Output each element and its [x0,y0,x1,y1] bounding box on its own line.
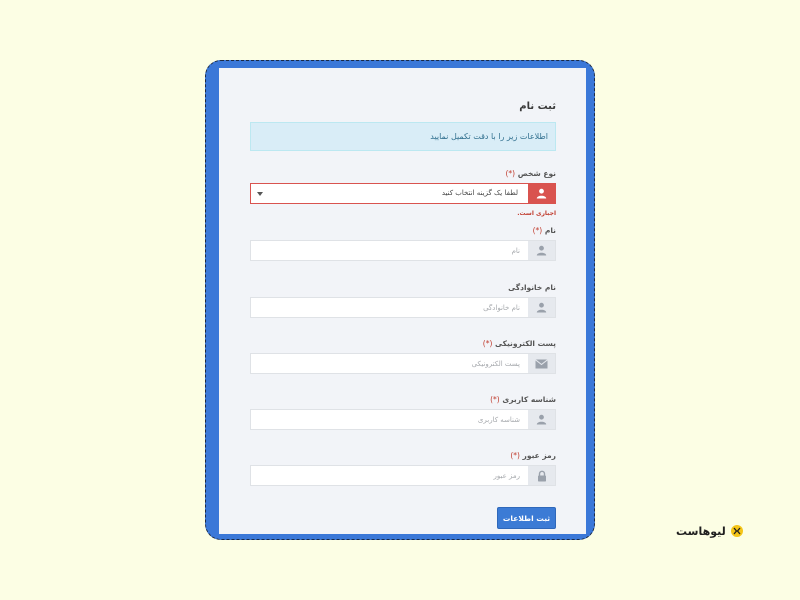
brand-name: لیوهاست [676,524,726,538]
email-addon [528,354,555,373]
user-icon [536,188,547,199]
required-mark: (*) [490,395,500,404]
person-type-addon [528,184,555,203]
user-icon [536,414,547,425]
submit-button[interactable]: ثبت اطلاعات [497,507,556,529]
email-group [250,353,556,374]
last-name-addon [528,298,555,317]
first-name-input[interactable] [251,241,528,260]
last-name-label: نام خانوادگی [508,283,556,292]
last-name-input[interactable] [251,298,528,317]
username-group [250,409,556,430]
required-mark: (*) [482,339,493,348]
first-name-group [250,240,556,261]
email-label: پست الکترونیکی (*) [482,339,556,348]
username-label: شناسه کاربری (*) [490,395,556,404]
user-icon [536,302,547,313]
person-type-label: نوع شخص (*) [505,169,557,178]
password-addon [528,466,555,485]
brand-mark-icon [730,525,743,537]
form-card: ثبت نام اطلاعات زیر را با دقت تکمیل نمای… [219,68,586,534]
lock-icon [537,470,546,481]
first-name-label: نام (*) [532,226,556,235]
password-label: رمز عبور (*) [510,451,556,460]
form-frame: ثبت نام اطلاعات زیر را با دقت تکمیل نمای… [205,60,595,540]
person-type-select[interactable]: لطفا یک گزینه انتخاب کنید [250,183,556,204]
registration-form: ثبت نام اطلاعات زیر را با دقت تکمیل نمای… [250,68,556,534]
first-name-addon [528,241,555,260]
email-input[interactable] [251,354,528,373]
required-mark: (*) [510,451,520,460]
last-name-group [250,297,556,318]
info-alert: اطلاعات زیر را با دقت تکمیل نمایید [250,122,556,151]
page-title: ثبت نام [519,101,556,112]
person-type-selected: لطفا یک گزینه انتخاب کنید [441,189,518,197]
password-input[interactable] [251,466,528,485]
password-group [250,465,556,486]
username-addon [528,410,555,429]
envelope-icon [535,358,548,368]
person-type-error: اجباری است. [517,210,556,217]
user-icon [536,245,547,256]
required-mark: (*) [532,226,543,235]
username-input[interactable] [251,410,528,429]
brand-logo: لیوهاست [676,522,744,540]
chevron-down-icon[interactable] [257,192,263,196]
required-mark: (*) [505,169,516,178]
